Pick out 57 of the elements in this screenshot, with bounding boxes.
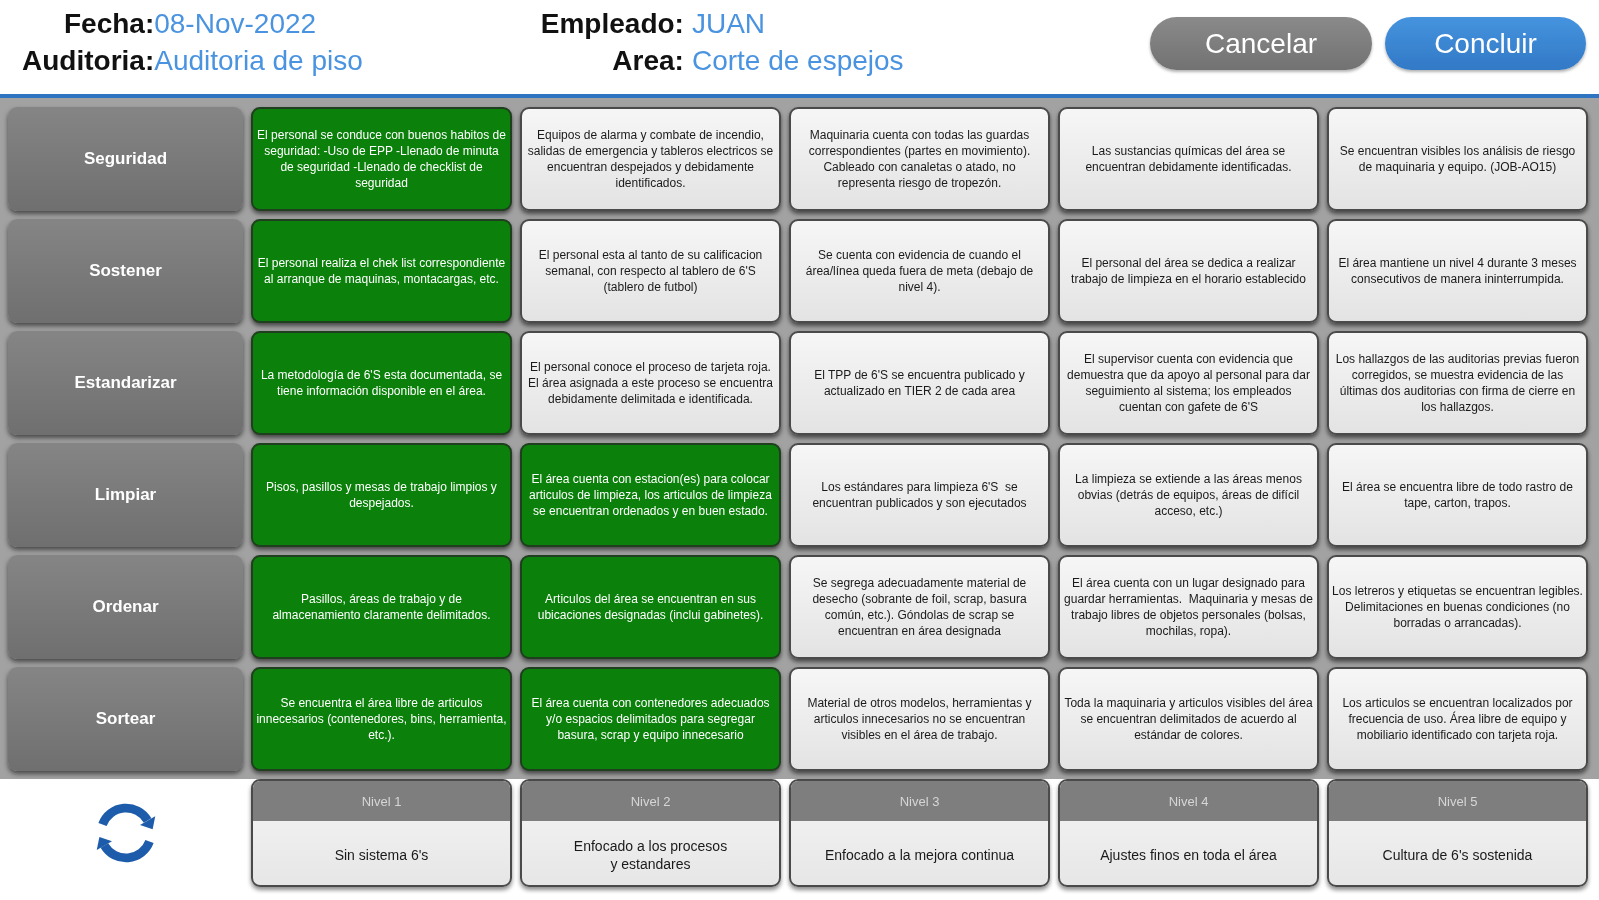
level-title: Nivel 2 — [522, 781, 779, 821]
field-label: Auditoria: — [22, 44, 155, 78]
criterion-card[interactable]: Se encuentra el área libre de articulos innecesarios (contenedores, bins, herramienta, etc.). — [251, 667, 512, 771]
criterion-card[interactable]: Se cuenta con evidencia de cuando el área/línea queda fuera de meta (debajo de nivel 4). — [789, 219, 1050, 323]
level-title: Nivel 3 — [791, 781, 1048, 821]
criterion-card[interactable]: El personal se conduce con buenos habitos de seguridad: -Uso de EPP -Llenado de minuta de seguridad -Llenado de checklist de seguridad — [251, 107, 512, 211]
criterion-card[interactable]: El área mantiene un nivel 4 durante 3 meses consecutivos de manera ininterrumpida. — [1327, 219, 1588, 323]
refresh-icon[interactable] — [95, 803, 156, 863]
criterion-card[interactable]: Los articulos se encuentran localizados por frecuencia de uso. Área libre de equipo y mobiliario identificado con tarjeta roja. — [1327, 667, 1588, 771]
criterion-card[interactable]: El área cuenta con contenedores adecuados y/o espacios delimitados para segregar basura, scrap y equipo innecesario — [520, 667, 781, 771]
criterion-card[interactable]: Se encuentran visibles los análisis de riesgo de maquinaria y equipo. (JOB-AO15) — [1327, 107, 1588, 211]
criterion-card[interactable]: Articulos del área se encuentran en sus ubicaciones designadas (inclui gabinetes). — [520, 555, 781, 659]
field-label: Area: — [611, 44, 684, 78]
level-title: Nivel 1 — [253, 781, 510, 821]
criterion-card[interactable]: Pasillos, áreas de trabajo y de almacenamiento claramente delimitados. — [251, 555, 512, 659]
level-title: Nivel 4 — [1060, 781, 1317, 821]
level-description: Enfocado a la mejora continua — [824, 846, 1015, 864]
criterion-card[interactable]: La limpieza se extiende a las áreas menos obvias (detrás de equipos, áreas de difícil acceso, etc.) — [1058, 443, 1319, 547]
criterion-card[interactable]: El TPP de 6'S se encuentra publicado y actualizado en TIER 2 de cada area — [789, 331, 1050, 435]
category-button[interactable]: Seguridad — [8, 107, 243, 211]
criterion-card[interactable]: Los estándares para limpieza 6'S se encuentran publicados y son ejecutados — [789, 443, 1050, 547]
criterion-card[interactable]: El área se encuentra libre de todo rastro de tape, carton, trapos. — [1327, 443, 1588, 547]
field-value: JUAN — [690, 7, 767, 41]
level-description: Cultura de 6's sostenida — [1382, 846, 1533, 864]
confirm-button[interactable]: Concluir — [1385, 17, 1586, 70]
criterion-card[interactable]: Los letreros y etiquetas se encuentran legibles. Delimitaciones en buenas condiciones (no borradas o arrancadas). — [1327, 555, 1588, 659]
criterion-card[interactable]: La metodología de 6'S esta documentada, se tiene información disponible en el área. — [251, 331, 512, 435]
criterion-card[interactable]: El personal conoce el proceso de tarjeta roja. El área asignada a este proceso se encuentra debidamente delimitada e identificada. — [520, 331, 781, 435]
category-button[interactable]: Limpiar — [8, 443, 243, 547]
level-description: Enfocado a los procesos y estandares — [573, 837, 728, 873]
category-button[interactable]: Ordenar — [8, 555, 243, 659]
category-button[interactable]: Estandarizar — [8, 331, 243, 435]
field-value: 08-Nov-2022 — [154, 7, 318, 41]
level-title: Nivel 5 — [1329, 781, 1586, 821]
criterion-card[interactable]: Maquinaria cuenta con todas las guardas correspondientes (partes en movimiento). Cableado con canaletas o atado, no representa riesgo de tropezón. — [789, 107, 1050, 211]
field-label: Fecha: — [62, 7, 155, 41]
criterion-card[interactable]: El personal esta al tanto de su calificacion semanal, con respecto al tablero de 6'S (tablero de futbol) — [520, 219, 781, 323]
criterion-card[interactable]: Pisos, pasillos y mesas de trabajo limpios y despejados. — [251, 443, 512, 547]
criterion-card[interactable]: El personal del área se dedica a realizar trabajo de limpieza en el horario establecido — [1058, 219, 1319, 323]
criterion-card[interactable]: Material de otros modelos, herramientas y articulos innecesarios no se encuentran visibles en el área de trabajo. — [789, 667, 1050, 771]
field-label: Empleado: — [540, 7, 684, 41]
field-value: Auditoria de piso — [154, 44, 363, 78]
criterion-card[interactable]: Los hallazgos de las auditorias previas fueron corregidos, se muestra evidencia de las últimas dos auditorias con firma de cierre en los hallazgos. — [1327, 331, 1588, 435]
level-description: Ajustes finos en toda el área — [1100, 846, 1277, 864]
criterion-card[interactable]: Equipos de alarma y combate de incendio, salidas de emergencia y tableros electricos se encuentran despejados y debidamente identificados. — [520, 107, 781, 211]
criterion-card[interactable]: Se segrega adecuadamente material de desecho (sobrante de foil, scrap, basura común, etc.). Góndolas de scrap se encuentran en área designada — [789, 555, 1050, 659]
cancel-button[interactable]: Cancelar — [1150, 17, 1372, 70]
criterion-card[interactable]: Toda la maquinaria y articulos visibles del área se encuentran delimitados de acuerdo al estándar de colores. — [1058, 667, 1319, 771]
level-description: Sin sistema 6's — [334, 846, 429, 864]
category-button[interactable]: Sortear — [8, 667, 243, 771]
criterion-card[interactable]: El personal realiza el chek list correspondiente al arranque de maquinas, montacargas, etc. — [251, 219, 512, 323]
field-value: Corte de espejos — [690, 44, 904, 78]
criterion-card[interactable]: Las sustancias químicas del área se encuentran debidamente identificadas. — [1058, 107, 1319, 211]
criterion-card[interactable]: El supervisor cuenta con evidencia que demuestra que da apoyo al personal para dar seguimiento al sistema; los empleados cuentan con gafete de 6'S — [1058, 331, 1319, 435]
criterion-card[interactable]: El área cuenta con estacion(es) para colocar articulos de limpieza, los articulos de limpieza se encuentran ordenados y en buen estado. — [520, 443, 781, 547]
criterion-card[interactable]: El área cuenta con un lugar designado para guardar herramientas. Maquinaria y mesas de trabajo libres de objetos personales (bolsas, mochilas, ropa). — [1058, 555, 1319, 659]
category-button[interactable]: Sostener — [8, 219, 243, 323]
